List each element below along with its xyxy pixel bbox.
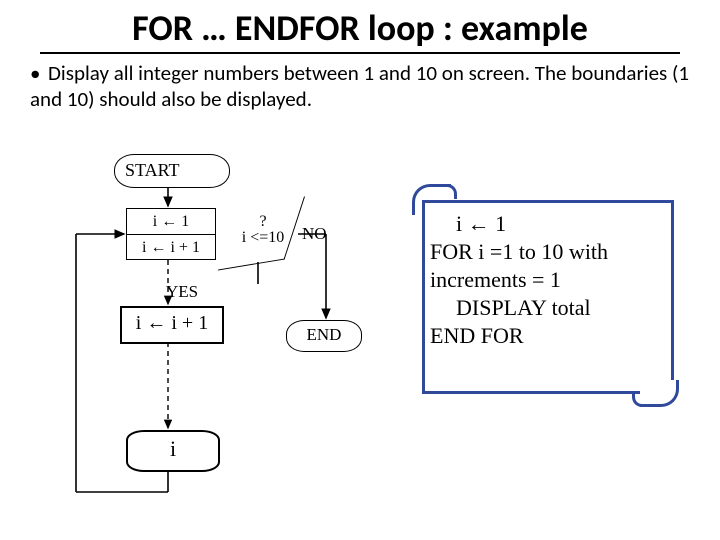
flow-start: START xyxy=(114,154,230,188)
pseudocode: i ← 1 FOR i =1 to 10 with increments = 1… xyxy=(430,210,666,350)
flow-end: END xyxy=(286,320,362,352)
code-line-1: i ← 1 xyxy=(430,210,666,238)
flow-no-label: NO xyxy=(302,224,327,244)
diagram-stage: START i ← 1 i ← i + 1 ?i <=10 NO YES i ←… xyxy=(40,140,680,530)
code-line-5: END FOR xyxy=(430,322,666,350)
flow-init: i ← 1 xyxy=(127,209,215,234)
bullet-content: Display all integer numbers between 1 an… xyxy=(30,60,689,112)
flow-step: i ← i + 1 xyxy=(127,234,215,260)
slide-title: FOR … ENDFOR loop : example xyxy=(0,0,720,50)
code-line-2: FOR i =1 to 10 with xyxy=(430,238,666,266)
code-line-4: DISPLAY total xyxy=(430,294,666,322)
title-underline xyxy=(40,52,680,54)
flow-display: i xyxy=(126,430,220,472)
flow-cond: i <=10 xyxy=(242,229,285,246)
code-line-3: increments = 1 xyxy=(430,266,666,294)
flow-decision: ?i <=10 xyxy=(222,208,302,258)
flow-process: i ← i + 1 xyxy=(120,306,224,344)
flow-yes-label: YES xyxy=(166,282,198,302)
flow-arrows xyxy=(40,140,420,520)
scroll-curl-bottom xyxy=(640,380,679,407)
flow-for-header: i ← 1 i ← i + 1 xyxy=(126,208,216,260)
flow-cond-q: ? xyxy=(259,213,266,230)
bullet-text: •Display all integer numbers between 1 a… xyxy=(0,60,720,112)
